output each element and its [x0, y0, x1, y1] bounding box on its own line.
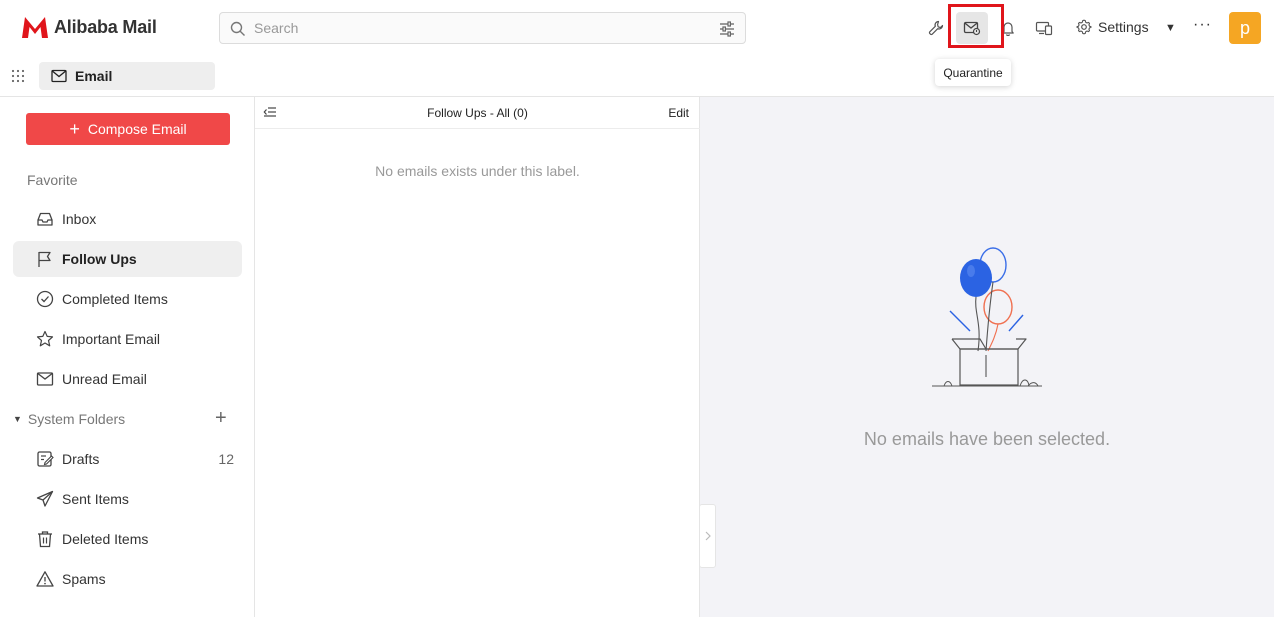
sidebar-item-label: Unread Email [62, 371, 147, 387]
sidebar-item-label: Sent Items [62, 491, 129, 507]
settings-dropdown-caret-icon[interactable]: ▼ [1165, 22, 1176, 34]
warning-icon [36, 571, 54, 587]
reading-pane-empty-message: No emails have been selected. [863, 429, 1111, 449]
sidebar-item-label: Important Email [62, 331, 161, 347]
sidebar-item-drafts[interactable]: Drafts 12 [13, 441, 242, 477]
quarantine-tooltip: Quarantine [935, 59, 1011, 86]
filter-sliders-icon[interactable] [719, 21, 735, 37]
settings-button[interactable]: Settings [1076, 19, 1149, 35]
wrench-icon [928, 20, 944, 36]
pane-resize-handle[interactable] [699, 504, 716, 568]
sidebar-item-follow-ups[interactable]: Follow Ups [13, 241, 242, 277]
sidebar-item-label: Drafts [62, 451, 100, 467]
app-logo[interactable]: Alibaba Mail [20, 14, 157, 40]
check-circle-icon [36, 290, 54, 308]
devices-icon [1035, 21, 1053, 36]
system-folders-header[interactable]: ▼ System Folders [13, 409, 242, 429]
caret-down-icon: ▼ [13, 414, 22, 424]
avatar[interactable]: p [1229, 12, 1261, 44]
chevron-right-icon [705, 531, 711, 541]
sidebar-item-label: Completed Items [62, 291, 168, 307]
logo-text: Alibaba Mail [54, 16, 157, 37]
alibaba-mail-logo-icon [22, 17, 48, 38]
more-icon[interactable]: ··· [1193, 16, 1212, 34]
flag-icon [38, 251, 51, 267]
tab-email-label: Email [75, 68, 113, 84]
module-bar: Email [0, 56, 1274, 97]
add-folder-plus-icon[interactable]: + [215, 408, 227, 428]
top-bar: Alibaba Mail Search Settings ▼ ··· p [0, 0, 1274, 56]
sidebar-item-important-email[interactable]: Important Email [13, 321, 242, 357]
star-icon [36, 330, 54, 347]
plus-icon: + [69, 119, 80, 139]
sidebar-item-sent-items[interactable]: Sent Items [13, 481, 242, 517]
search-box[interactable] [219, 12, 746, 44]
quarantine-highlight-frame [948, 4, 1004, 48]
envelope-icon [36, 372, 54, 386]
sidebar-item-completed-items[interactable]: Completed Items [13, 281, 242, 317]
devices-button[interactable] [1028, 10, 1060, 46]
sidebar-item-label: Spams [62, 571, 106, 587]
sidebar: + Compose Email Favorite Inbox Follow Up… [0, 97, 255, 617]
empty-box-balloons-illustration [932, 247, 1042, 387]
drafts-icon [37, 451, 54, 467]
sidebar-item-label: Deleted Items [62, 531, 149, 547]
sidebar-item-label: Inbox [62, 211, 97, 227]
system-folders-label: System Folders [27, 411, 126, 427]
reading-pane: No emails have been selected. [700, 97, 1274, 617]
compose-email-label: Compose Email [87, 121, 187, 137]
settings-label: Settings [1098, 19, 1149, 35]
sidebar-item-unread-email[interactable]: Unread Email [13, 361, 242, 397]
list-empty-message: No emails exists under this label. [375, 163, 580, 179]
edit-button[interactable]: Edit [668, 106, 689, 120]
sidebar-item-inbox[interactable]: Inbox [13, 201, 242, 237]
apps-grid-icon[interactable] [11, 69, 25, 83]
envelope-icon [51, 69, 67, 83]
favorite-section-label: Favorite [27, 172, 78, 188]
sidebar-item-spams[interactable]: Spams [13, 561, 242, 597]
trash-icon [38, 531, 52, 548]
inbox-icon [37, 212, 53, 226]
compose-email-button[interactable]: + Compose Email [26, 113, 230, 145]
message-list-header: Follow Ups - All (0) Edit [255, 97, 700, 129]
gear-icon [1076, 19, 1092, 35]
message-list-pane: Follow Ups - All (0) Edit No emails exis… [255, 97, 700, 617]
list-title: Follow Ups - All (0) [427, 106, 528, 120]
sidebar-item-label: Follow Ups [62, 251, 137, 267]
send-icon [36, 490, 54, 507]
search-icon [230, 21, 245, 36]
drafts-count-badge: 12 [218, 451, 234, 467]
tab-email[interactable]: Email [39, 62, 215, 90]
sidebar-item-deleted-items[interactable]: Deleted Items [13, 521, 242, 557]
search-input[interactable] [254, 17, 694, 39]
